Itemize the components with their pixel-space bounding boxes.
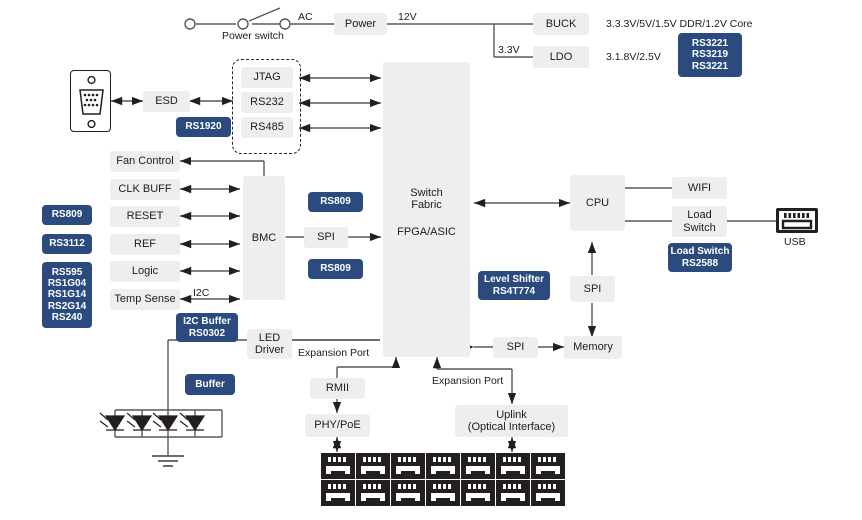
- chip-rs809-left[interactable]: RS809: [42, 205, 92, 225]
- logic-chip-line-4: RS2G14: [47, 300, 87, 312]
- rs485-port[interactable]: RS485: [241, 117, 293, 138]
- expansion-port-right-label: Expansion Port: [432, 375, 504, 387]
- power-switch-label: Power switch: [222, 30, 284, 42]
- led-driver-line-1: LED: [258, 331, 281, 344]
- load-switch-chip-line-1: Load Switch: [670, 246, 730, 258]
- rmii-block[interactable]: RMII: [310, 378, 365, 399]
- usb-glyph: [781, 213, 813, 230]
- logic-chip-line-1: RS595: [51, 267, 83, 279]
- ref-block[interactable]: REF: [110, 234, 180, 255]
- power-switch-terminal-right: [279, 18, 291, 30]
- switch-fabric-line-1: Switch: [410, 187, 443, 199]
- uplink-block[interactable]: Uplink (Optical Interface): [455, 405, 568, 437]
- logic-chip-line-2: RS1G04: [47, 278, 87, 290]
- phy-poe-block[interactable]: PHY/PoE: [305, 414, 370, 437]
- memory-block[interactable]: Memory: [564, 336, 622, 359]
- switch-fabric-line-2: Fabric: [411, 199, 442, 212]
- bmc-chip-rs809-upper[interactable]: RS809: [308, 192, 363, 212]
- power-switch-terminal-left: [184, 18, 196, 30]
- logic-chip-line-3: RS1G14: [47, 289, 87, 301]
- level-shifter-line-2: RS4T774: [492, 285, 536, 297]
- bmc-chip-rs809-lower[interactable]: RS809: [308, 259, 363, 279]
- switch-fabric-line-3: FPGA/ASIC: [397, 225, 456, 238]
- i2c-buffer-line-2: RS0302: [188, 327, 226, 339]
- jtag-port[interactable]: JTAG: [241, 67, 293, 88]
- power-chip-line-3: RS3221: [691, 60, 729, 72]
- usb-port-icon: [776, 208, 818, 233]
- logic-block[interactable]: Logic: [110, 261, 180, 282]
- expansion-port-left-label: Expansion Port: [298, 347, 370, 359]
- wifi-block[interactable]: WIFI: [672, 177, 727, 199]
- power-chip-line-1: RS3221: [691, 38, 729, 50]
- uplink-line-2: (Optical Interface): [467, 421, 556, 433]
- buck-block[interactable]: BUCK: [533, 13, 589, 35]
- ldo-rails-label: 3.1.8V/2.5V: [606, 51, 661, 63]
- power-chip-line-2: RS3219: [691, 49, 729, 61]
- chip-logic-family-left[interactable]: RS595 RS1G04 RS1G14 RS2G14 RS240: [42, 262, 92, 328]
- power-switch-pivot: [237, 18, 249, 30]
- usb-label: USB: [784, 236, 806, 248]
- load-switch-chip-line-2: RS2588: [681, 257, 719, 269]
- v33-label: 3.3V: [498, 44, 520, 56]
- load-switch-line-1: Load: [687, 209, 712, 222]
- v12-label: 12V: [398, 11, 417, 23]
- led-driver-block[interactable]: LED Driver: [247, 329, 292, 359]
- esd-block[interactable]: ESD: [143, 91, 190, 112]
- chip-rs3112-left[interactable]: RS3112: [42, 234, 92, 254]
- uplink-line-1: Uplink: [496, 408, 527, 421]
- power-block[interactable]: Power: [334, 13, 387, 35]
- level-shifter-chip[interactable]: Level Shifter RS4T774: [478, 271, 550, 300]
- i2c-buffer-line-1: I2C Buffer: [183, 316, 231, 328]
- cpu-block[interactable]: CPU: [570, 175, 625, 231]
- level-shifter-line-1: Level Shifter: [483, 274, 545, 286]
- reset-block[interactable]: RESET: [110, 206, 180, 227]
- ac-label: AC: [298, 11, 313, 23]
- spi-fabric-memory-block[interactable]: SPI: [493, 337, 538, 358]
- load-switch-chip[interactable]: Load Switch RS2588: [668, 243, 732, 272]
- db9-glyph: [79, 75, 104, 129]
- i2c-label: I2C: [193, 287, 210, 299]
- spi-cpu-memory-block[interactable]: SPI: [570, 276, 615, 302]
- switch-fabric-block[interactable]: Switch Fabric FPGA/ASIC: [383, 62, 470, 357]
- bmc-block[interactable]: BMC: [243, 176, 285, 300]
- fan-control-block[interactable]: Fan Control: [110, 151, 180, 172]
- logic-chip-line-5: RS240: [51, 311, 83, 323]
- power-regulator-chips[interactable]: RS3221 RS3219 RS3221: [678, 33, 742, 77]
- block-diagram-canvas: Power switch AC Power 12V 3.3V BUCK LDO …: [0, 0, 862, 520]
- ldo-block[interactable]: LDO: [533, 46, 589, 68]
- clk-buff-block[interactable]: CLK BUFF: [110, 179, 180, 200]
- load-switch-line-2: Switch: [683, 221, 716, 234]
- esd-chip-rs1920[interactable]: RS1920: [176, 117, 231, 137]
- db9-serial-connector: [70, 70, 111, 132]
- rj45-port-bank[interactable]: [321, 453, 565, 506]
- led-driver-line-2: Driver: [254, 344, 285, 356]
- i2c-buffer-chip[interactable]: I2C Buffer RS0302: [176, 313, 238, 342]
- buffer-chip[interactable]: Buffer: [185, 374, 235, 395]
- rs232-port[interactable]: RS232: [241, 92, 293, 113]
- load-switch-block[interactable]: Load Switch: [672, 206, 727, 237]
- temp-sense-block[interactable]: Temp Sense: [110, 289, 180, 310]
- buck-rails-label: 3.3.3V/5V/1.5V DDR/1.2V Core: [606, 18, 753, 30]
- led-array: [99, 412, 206, 432]
- spi-bmc-block[interactable]: SPI: [304, 227, 348, 248]
